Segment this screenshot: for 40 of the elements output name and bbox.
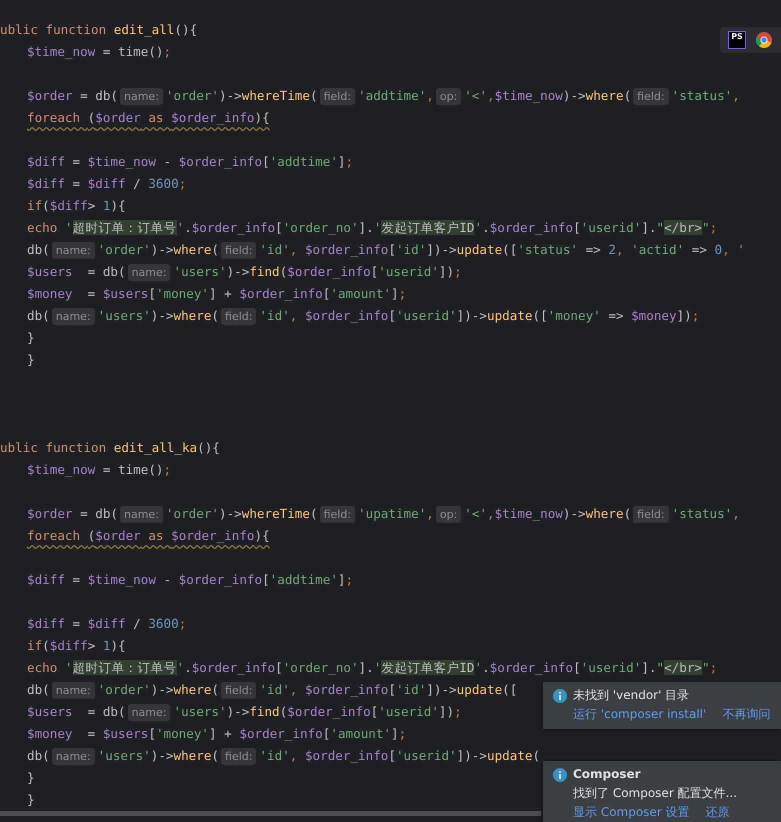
code-line: db( name: 'order')->where( field: 'id', $order_info['id'])->update([: [26, 681, 518, 701]
code-line: $users = db( name: 'users')->find($order_info['userid']);: [26, 263, 462, 283]
notification-title: 未找到 'vendor' 目录: [573, 687, 690, 704]
code-line: db( name: 'users')->where( field: 'id', $order_info['userid'])->update(['money' => $money]);: [26, 307, 700, 327]
code-line: ublic function edit_all(){: [0, 21, 198, 39]
code-line: foreach ($order as $order_info){: [26, 527, 270, 545]
code-line: }: [26, 769, 35, 787]
code-line: if($diff> 1){: [26, 637, 126, 655]
code-line: db( name: 'order')->where( field: 'id', $order_info['id'])->update(['status' => 2, 'actid' => 0, ': [26, 241, 745, 261]
code-line: echo '超时订单：订单号'.$order_info['order_no'].'发起订单客户ID'.$order_info['userid']."</br>";: [26, 219, 718, 237]
notification-title: Composer: [573, 766, 641, 783]
code-line: $diff = $diff / 3600;: [26, 175, 186, 193]
code-line: $diff = $time_now - $order_info['addtime'];: [26, 153, 354, 171]
notification-link[interactable]: 还原: [706, 804, 730, 821]
code-line: $money = $users['money'] + $order_info['amount'];: [26, 725, 406, 743]
code-line: }: [26, 329, 35, 347]
code-line: $order = db( name: 'order')->whereTime( field: 'upatime', op: '<',$time_now)->where( field: 'status',: [26, 505, 740, 525]
code-line: $diff = $time_now - $order_info['addtime'];: [26, 571, 354, 589]
code-line: $money = $users['money'] + $order_info['amount'];: [26, 285, 406, 303]
info-icon: [553, 768, 567, 782]
code-line: db( name: 'users')->where( field: 'id', $order_info['userid'])->update(: [26, 747, 540, 767]
notification-text: 找到了 Composer 配置文件...: [572, 785, 738, 802]
code-line: }: [26, 351, 35, 369]
code-line: $diff = $diff / 3600;: [26, 615, 186, 633]
code-line: echo '超时订单：订单号'.$order_info['order_no'].'发起订单客户ID'.$order_info['userid']."</br>";: [26, 659, 718, 677]
code-line: $time_now = time();: [26, 461, 172, 479]
info-icon: [553, 688, 567, 702]
code-line: foreach ($order as $order_info){: [26, 109, 270, 127]
code-line: ublic function edit_all_ka(){: [0, 439, 220, 457]
code-line: $order = db( name: 'order')->whereTime( field: 'addtime', op: '<',$time_now)->where( field: 'status',: [26, 87, 740, 107]
code-line: $time_now = time();: [26, 43, 172, 61]
code-line: $users = db( name: 'users')->find($order_info['userid']);: [26, 703, 462, 723]
code-line: if($diff> 1){: [26, 197, 126, 215]
notification-link[interactable]: 运行 'composer install': [573, 706, 706, 723]
horizontal-scrollbar[interactable]: [0, 811, 541, 816]
circle-logo-icon[interactable]: [756, 32, 772, 48]
app-icon[interactable]: PS: [728, 31, 746, 49]
notification-link[interactable]: 不再询问: [722, 706, 770, 723]
notification-link[interactable]: 显示 Composer 设置: [573, 804, 690, 821]
code-line: }: [26, 791, 35, 809]
